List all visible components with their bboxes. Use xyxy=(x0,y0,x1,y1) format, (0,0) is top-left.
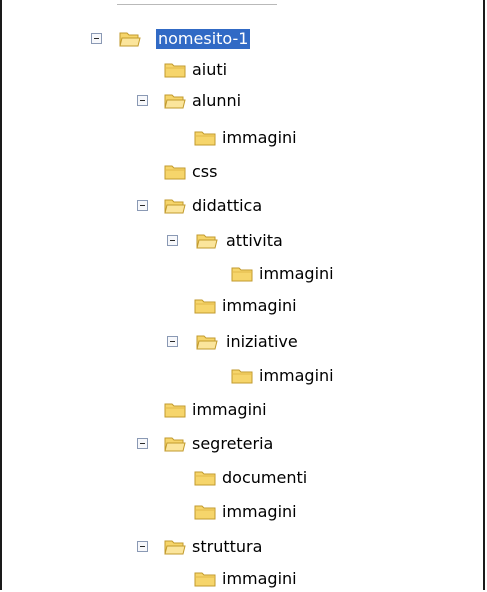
collapse-toggle-icon[interactable] xyxy=(167,235,178,246)
tree-label[interactable]: immagini xyxy=(190,400,269,420)
folder-icon xyxy=(194,503,216,521)
tree-label[interactable]: immagini xyxy=(257,366,336,386)
tree-row-iniziative[interactable]: iniziative xyxy=(0,330,487,354)
tree-label[interactable]: alunni xyxy=(190,91,243,111)
folder-icon xyxy=(194,297,216,315)
tree-row-attivita[interactable]: attivita xyxy=(0,229,487,253)
folder-icon xyxy=(194,570,216,588)
tree-label[interactable]: didattica xyxy=(190,196,264,216)
folder-icon xyxy=(164,61,186,79)
tree-row-css[interactable]: css xyxy=(0,160,487,184)
folder-open-icon xyxy=(164,435,186,453)
tree-row-segreteria[interactable]: segreteria xyxy=(0,432,487,456)
tree-label[interactable]: documenti xyxy=(220,468,309,488)
tree-label[interactable]: css xyxy=(190,162,219,182)
folder-tree: nomesito-1 aiuti alunni immagini css did… xyxy=(0,0,487,592)
folder-icon xyxy=(194,129,216,147)
tree-row-immagini[interactable]: immagini xyxy=(0,262,487,286)
tree-row-immagini[interactable]: immagini xyxy=(0,126,487,150)
folder-icon xyxy=(164,163,186,181)
tree-label[interactable]: immagini xyxy=(220,296,299,316)
tree-row-nomesito-1[interactable]: nomesito-1 xyxy=(0,27,487,51)
tree-label[interactable]: immagini xyxy=(220,502,299,522)
tree-row-documenti[interactable]: documenti xyxy=(0,466,487,490)
folder-icon xyxy=(231,367,253,385)
tree-row-immagini[interactable]: immagini xyxy=(0,364,487,388)
tree-row-alunni[interactable]: alunni xyxy=(0,89,487,113)
collapse-toggle-icon[interactable] xyxy=(137,200,148,211)
tree-row-immagini[interactable]: immagini xyxy=(0,500,487,524)
tree-row-immagini[interactable]: immagini xyxy=(0,567,487,591)
collapse-toggle-icon[interactable] xyxy=(91,33,102,44)
folder-open-icon xyxy=(196,333,218,351)
folder-open-icon xyxy=(119,30,141,48)
collapse-toggle-icon[interactable] xyxy=(137,541,148,552)
tree-label[interactable]: nomesito-1 xyxy=(156,29,251,49)
tree-label[interactable]: immagini xyxy=(220,569,299,589)
tree-row-immagini[interactable]: immagini xyxy=(0,398,487,422)
tree-row-immagini[interactable]: immagini xyxy=(0,294,487,318)
tree-label[interactable]: immagini xyxy=(257,264,336,284)
tree-row-didattica[interactable]: didattica xyxy=(0,194,487,218)
folder-open-icon xyxy=(164,92,186,110)
tree-row-aiuti[interactable]: aiuti xyxy=(0,58,487,82)
folder-open-icon xyxy=(196,232,218,250)
tree-label[interactable]: aiuti xyxy=(190,60,229,80)
tree-label[interactable]: struttura xyxy=(190,537,264,557)
tree-label[interactable]: iniziative xyxy=(224,332,300,352)
tree-label[interactable]: attivita xyxy=(224,231,285,251)
folder-icon xyxy=(164,401,186,419)
collapse-toggle-icon[interactable] xyxy=(137,95,148,106)
folder-open-icon xyxy=(164,538,186,556)
tree-label[interactable]: immagini xyxy=(220,128,299,148)
tree-row-struttura[interactable]: struttura xyxy=(0,535,487,559)
folder-icon xyxy=(194,469,216,487)
folder-icon xyxy=(231,265,253,283)
tree-label[interactable]: segreteria xyxy=(190,434,275,454)
folder-open-icon xyxy=(164,197,186,215)
collapse-toggle-icon[interactable] xyxy=(137,438,148,449)
collapse-toggle-icon[interactable] xyxy=(167,336,178,347)
